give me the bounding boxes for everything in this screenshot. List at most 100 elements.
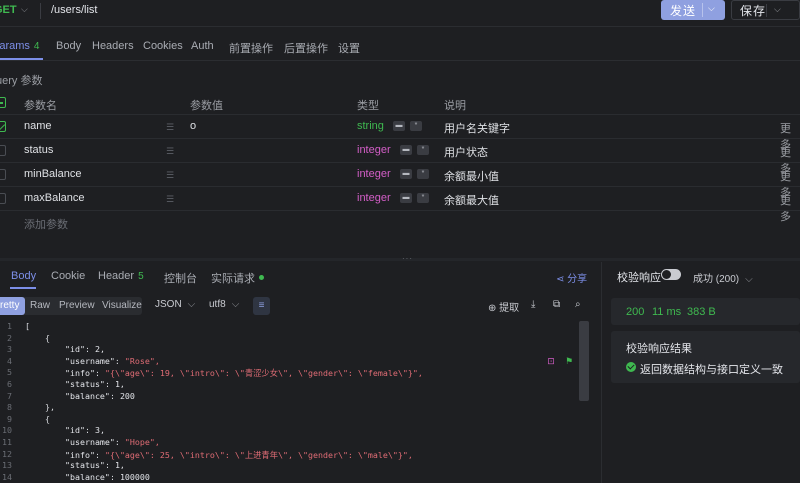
tab-settings[interactable]: 设置 [338, 40, 360, 56]
code-line: "id": 3, [64, 425, 105, 436]
active-tab-indicator [10, 287, 36, 289]
method-select[interactable]: GET [0, 4, 17, 16]
type-settings-icon[interactable]: ▬ [400, 145, 412, 155]
drag-handle-icon[interactable]: ☰ [166, 146, 174, 157]
row-checkbox[interactable] [0, 193, 6, 204]
select-all-checkbox[interactable] [0, 97, 6, 108]
row-checkbox[interactable] [0, 121, 6, 132]
tab-console[interactable]: 控制台 [164, 270, 197, 286]
line-number: 8 [7, 402, 12, 413]
param-value[interactable]: o [190, 120, 196, 132]
divider [0, 114, 800, 115]
drag-handle-icon[interactable]: ☰ [166, 170, 174, 181]
required-icon[interactable]: * [417, 193, 429, 203]
line-number: 5 [7, 367, 12, 378]
status-select[interactable]: 成功 (200) ⌵ [693, 270, 753, 285]
download-icon[interactable]: ⤓ [531, 299, 535, 310]
chevron-down-icon[interactable]: ⌵ [708, 3, 715, 14]
param-name[interactable]: name [24, 120, 52, 132]
format-select[interactable]: JSON ⌵ [155, 299, 195, 310]
type-settings-icon[interactable]: ▬ [393, 121, 405, 131]
code-line: { [25, 413, 50, 424]
save-button[interactable]: 保存 ⌵ [731, 0, 800, 20]
required-icon[interactable]: * [417, 145, 429, 155]
encoding-select[interactable]: utf8 ⌵ [209, 299, 239, 310]
tab-headers[interactable]: Headers [92, 40, 134, 52]
type-settings-icon[interactable]: ▬ [400, 169, 412, 179]
param-type[interactable]: integer [357, 192, 391, 204]
param-desc[interactable]: 用户状态 [444, 144, 488, 160]
extract-button[interactable]: ⊕ 提取 [488, 299, 519, 314]
type-settings-icon[interactable]: ▬ [400, 193, 412, 203]
format-preview[interactable]: Preview [53, 297, 101, 315]
line-number: 9 [7, 413, 12, 424]
tab-label: Header [98, 270, 135, 282]
format-pretty[interactable]: retty [0, 297, 26, 315]
share-button[interactable]: ⋖ 分享 [556, 270, 587, 285]
line-number: 4 [7, 355, 12, 366]
param-name[interactable]: minBalance [24, 168, 81, 180]
param-type[interactable]: integer [357, 168, 391, 180]
row-checkbox[interactable] [0, 145, 6, 156]
code-line: "status": 1, [64, 460, 125, 471]
column-header-desc: 说明 [444, 100, 466, 112]
bookmark-icon[interactable]: ⚑ [563, 355, 575, 367]
param-desc[interactable]: 余额最大值 [444, 192, 499, 208]
send-button[interactable]: 发送 ⌵ [661, 0, 725, 20]
more-link[interactable]: 更多 [780, 192, 800, 224]
chevron-down-icon[interactable]: ⌵ [21, 4, 28, 15]
screenshot-icon[interactable]: ⊡ [545, 355, 557, 367]
param-type[interactable]: string [357, 120, 384, 132]
tab-response-cookie[interactable]: Cookie [51, 270, 85, 282]
share-icon: ⋖ [556, 274, 568, 285]
drag-handle-icon[interactable]: ☰ [166, 194, 174, 205]
code-line: "status": 1, [64, 379, 125, 389]
code-line: }, [25, 402, 55, 413]
tab-params[interactable]: Params4 [0, 40, 39, 52]
tab-auth[interactable]: Auth [191, 40, 214, 52]
chevron-down-icon[interactable]: ⌵ [774, 4, 781, 15]
tab-body[interactable]: Body [56, 40, 81, 52]
check-circle-icon [626, 362, 636, 372]
status-code: 200 [626, 306, 645, 318]
param-desc[interactable]: 用户名关键字 [444, 120, 510, 136]
scrollbar[interactable] [579, 321, 589, 401]
divider [0, 60, 800, 61]
response-time: 11 ms [652, 306, 682, 318]
line-number: 11 [2, 437, 12, 447]
tab-post-actions[interactable]: 后置操作 [284, 40, 328, 56]
tab-pre-actions[interactable]: 前置操作 [229, 40, 273, 56]
drag-handle-icon[interactable]: ☰ [166, 122, 174, 133]
copy-icon[interactable]: ⧉ [553, 299, 560, 310]
save-split-divider [766, 4, 767, 17]
extract-label: 提取 [499, 303, 520, 314]
wrap-lines-icon[interactable]: ≡ [253, 297, 270, 315]
url-input[interactable]: /users/list [51, 4, 97, 16]
code-line: "username": "Hope", [64, 437, 160, 447]
required-icon[interactable]: * [410, 121, 422, 131]
search-icon[interactable]: ⌕ [575, 299, 581, 310]
header-count-badge: 5 [138, 271, 144, 282]
required-icon[interactable]: * [417, 169, 429, 179]
add-param-input[interactable]: 添加参数 [24, 216, 68, 232]
tab-label: Params [0, 40, 30, 52]
line-number: 10 [2, 425, 12, 436]
format-raw[interactable]: Raw [24, 297, 56, 315]
response-code-viewer[interactable]: 1 [2 {3 "id": 2, 4 "username": "Rose", 5 "i… [0, 321, 592, 483]
param-desc[interactable]: 余额最小值 [444, 168, 499, 184]
tab-response-body[interactable]: Body [11, 270, 36, 282]
panel-resize-handle[interactable] [0, 258, 800, 261]
param-type[interactable]: integer [357, 144, 391, 156]
code-line: "balance": 100000 [64, 471, 150, 482]
send-split-divider [702, 3, 703, 17]
row-checkbox[interactable] [0, 169, 6, 180]
tab-actual-request[interactable]: 实际请求 [211, 270, 264, 286]
tab-response-header[interactable]: Header 5 [98, 270, 144, 282]
validation-toggle[interactable] [661, 269, 681, 280]
tab-cookies[interactable]: Cookies [143, 40, 183, 52]
param-name[interactable]: maxBalance [24, 192, 85, 204]
format-visualize[interactable]: Visualize [96, 297, 148, 315]
param-name[interactable]: status [24, 144, 53, 156]
line-number: 1 [7, 321, 12, 331]
resize-dots-icon[interactable]: ··· [402, 254, 413, 263]
